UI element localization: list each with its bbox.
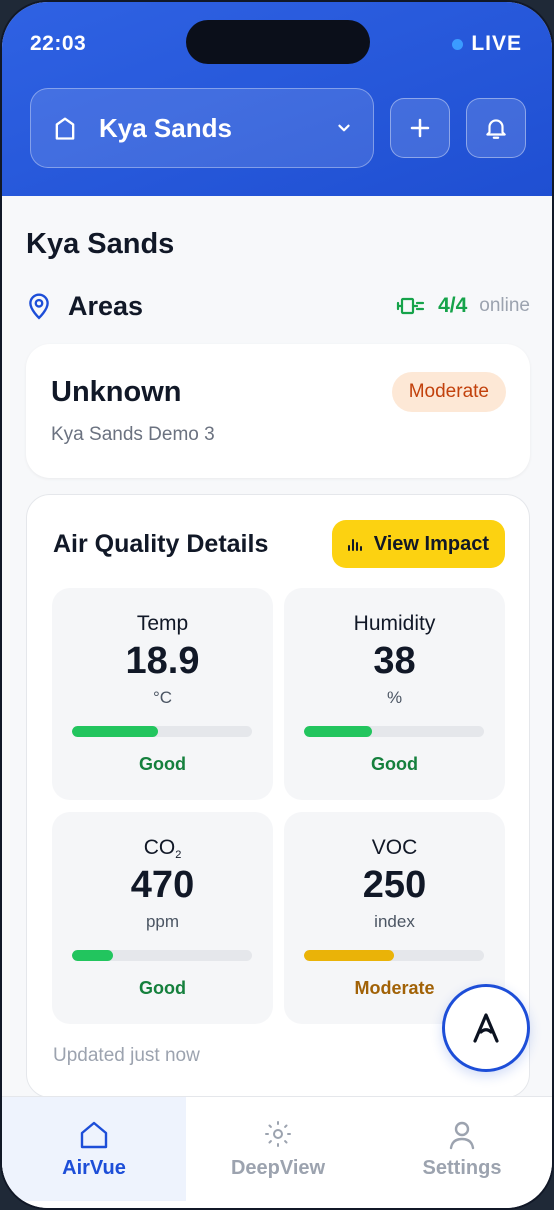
metric-label-main: CO: [143, 836, 176, 859]
nav-label: DeepView: [230, 1157, 326, 1179]
metric-label: Temp: [136, 612, 189, 635]
online-label: online: [479, 295, 530, 316]
bell-icon: [486, 119, 506, 139]
metric-temp: Temp 18.9 °C Good: [52, 588, 273, 800]
metric-unit: index: [374, 912, 415, 931]
nav-item-airvue[interactable]: AirVue: [2, 1097, 186, 1201]
live-dot-icon: [452, 38, 464, 50]
sun-icon: [265, 1121, 291, 1147]
add-button[interactable]: [390, 98, 450, 158]
metric-co2: CO2 470 ppm Good: [52, 812, 273, 1024]
notifications-button[interactable]: [466, 98, 526, 158]
header: 22:03 LIVE Kya Sands: [2, 2, 552, 196]
nav-label: AirVue: [62, 1157, 126, 1179]
metric-level-bar: [304, 726, 484, 737]
plus-icon: [410, 118, 430, 138]
devices-icon: [396, 297, 425, 315]
assistant-fab-button[interactable]: [442, 984, 530, 1072]
metric-status: Good: [139, 978, 186, 998]
status-badge: Moderate: [391, 372, 506, 412]
air-quality-title: Air Quality Details: [53, 530, 269, 558]
view-impact-label: View Impact: [373, 532, 489, 555]
area-subtitle: Kya Sands Demo 3: [51, 424, 215, 445]
areas-label: Areas: [68, 290, 144, 321]
metric-unit: °C: [152, 688, 173, 707]
metric-label-sub: 2: [175, 849, 182, 861]
site-selector-label: Kya Sands: [99, 112, 232, 143]
metric-level-fill: [72, 726, 159, 737]
metric-level-fill: [72, 950, 114, 961]
nav-item-settings[interactable]: Settings: [370, 1097, 552, 1201]
bar-chart-icon: [347, 539, 362, 551]
metric-humidity: Humidity 38 % Good: [284, 588, 505, 800]
area-name: Unknown: [51, 376, 182, 408]
assistant-logo-icon: [473, 1013, 499, 1043]
metric-value: 18.9: [125, 640, 200, 682]
metric-status: Good: [371, 754, 418, 774]
phone-screen: 22:03 LIVE Kya Sands Kya Sands Areas 4/4…: [0, 0, 554, 1210]
metric-unit: %: [386, 688, 403, 707]
metric-label: Humidity: [353, 612, 436, 635]
updated-timestamp: Updated just now: [53, 1045, 200, 1066]
metric-value: 38: [373, 640, 416, 682]
nav-label: Settings: [422, 1157, 502, 1179]
live-label: LIVE: [471, 32, 522, 55]
metric-value: 470: [130, 864, 195, 906]
metric-level-bar: [72, 950, 252, 961]
bottom-nav: AirVue DeepView Settings: [2, 1096, 552, 1208]
metric-level-bar: [72, 726, 252, 737]
metric-unit: ppm: [145, 912, 180, 931]
metric-label: VOC: [371, 836, 418, 859]
view-impact-button[interactable]: View Impact: [331, 520, 505, 568]
page-title: Kya Sands: [26, 228, 175, 260]
areas-header: Areas 4/4 online: [26, 288, 530, 324]
map-pin-icon: [29, 293, 49, 320]
metric-level-fill: [304, 726, 373, 737]
metric-label: CO2: [52, 836, 273, 861]
live-indicator: LIVE: [452, 32, 522, 56]
home-icon: [80, 1121, 108, 1149]
metric-level-bar: [304, 950, 484, 961]
metric-status: Good: [139, 754, 186, 774]
camera-notch: [186, 20, 370, 64]
device-count: 4/4: [438, 294, 468, 317]
chevron-down-icon: [338, 124, 350, 132]
status-time: 22:03: [30, 32, 87, 55]
area-card[interactable]: Unknown Kya Sands Demo 3 Moderate: [26, 344, 530, 478]
building-icon: [55, 117, 75, 140]
nav-item-deepview[interactable]: DeepView: [186, 1097, 370, 1201]
user-icon: [449, 1121, 475, 1150]
metric-level-fill: [304, 950, 394, 961]
metric-value: 250: [362, 864, 427, 906]
site-selector[interactable]: Kya Sands: [30, 88, 374, 168]
